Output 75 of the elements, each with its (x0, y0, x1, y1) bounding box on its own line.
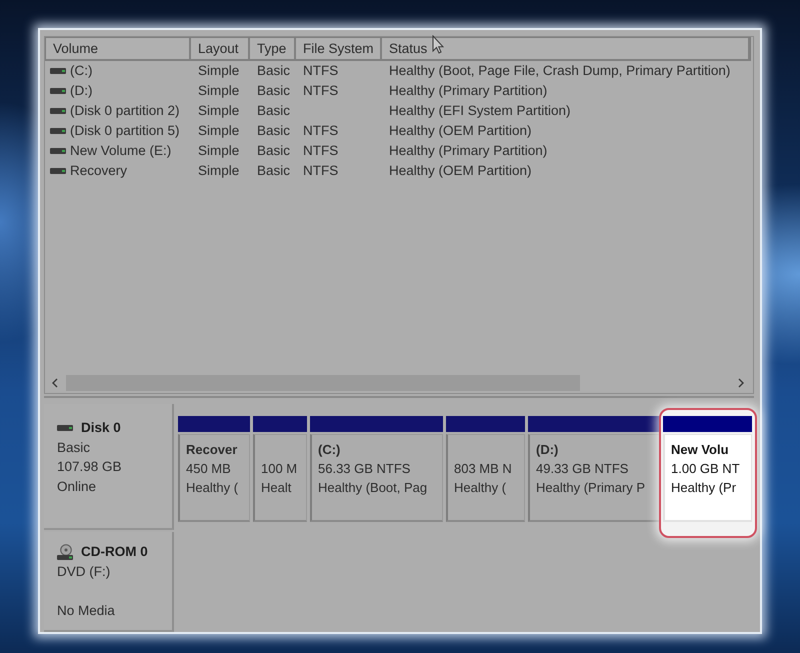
table-cell-text: Simple (197, 122, 240, 140)
table-cell-text: NTFS (302, 122, 340, 140)
disk-type: DVD (F:) (57, 562, 112, 581)
table-cell-text: Basic (256, 142, 292, 160)
drive-icon (50, 68, 66, 74)
drive-icon (57, 424, 73, 431)
table-cell-text: Simple (197, 102, 240, 120)
table-cell-text: NTFS (302, 142, 340, 160)
volume-name: Recovery (70, 162, 128, 180)
table-cell-text: Simple (197, 62, 240, 80)
table-cell-text: Healthy (Primary Partition) (388, 142, 548, 160)
table-cell-text: Healthy (Primary Partition) (388, 82, 548, 100)
column-header[interactable]: Type (250, 38, 296, 59)
partition-size: 100 M (261, 460, 298, 478)
table-cell-text: Simple (197, 142, 240, 160)
partition-size: 49.33 GB NTFS (536, 460, 630, 478)
disk-name: Disk 0 (81, 420, 121, 436)
column-header[interactable]: Volume (46, 38, 191, 59)
disk-size: 107.98 GB (57, 458, 123, 476)
table-cell-text: Healthy (OEM Partition) (388, 122, 533, 140)
partition-status: Healthy (Primary P (536, 479, 646, 497)
partition-status: Healthy (Pr (671, 479, 738, 497)
partition-status: Healthy (Boot, Pag (318, 479, 428, 497)
table-cell-text: NTFS (302, 162, 340, 180)
partition-block[interactable]: New Volu 1.00 GB NT Healthy (Pr (663, 434, 752, 522)
table-cell-text: Healthy (Boot, Page File, Crash Dump, Primary Partition) (388, 62, 732, 80)
table-cell-text: Healthy (EFI System Partition) (388, 102, 572, 120)
disk-name: CD-ROM 0 (81, 544, 148, 560)
drive-icon (50, 88, 66, 94)
cd-drive-icon (57, 544, 73, 560)
partition-size: 450 MB (186, 460, 232, 478)
table-cell-text: Basic (256, 102, 292, 120)
volume-name: (D:) (70, 82, 92, 100)
volume-name: (Disk 0 partition 5) (70, 122, 180, 140)
drive-icon (50, 128, 66, 134)
partition-block[interactable]: 803 MB N Healthy ( (446, 434, 525, 522)
partition-block[interactable]: (D:) 49.33 GB NTFS Healthy (Primary P (528, 434, 660, 522)
volume-name: (Disk 0 partition 2) (70, 102, 180, 120)
disk-status: Online (57, 478, 98, 496)
table-cell-text: Healthy (OEM Partition) (388, 162, 533, 180)
partition-size: 803 MB N (454, 460, 513, 478)
volume-name: New Volume (E:) (70, 142, 172, 160)
drive-icon (50, 168, 66, 174)
chevron-right-icon[interactable] (738, 378, 744, 388)
disk-status: No Media (57, 602, 116, 620)
column-header[interactable]: Layout (191, 38, 250, 59)
disk-type: Basic (57, 438, 92, 456)
partition-block[interactable]: Recover 450 MB Healthy ( (178, 434, 250, 522)
partition-title: (D:) (536, 441, 560, 459)
partition-size: 1.00 GB NT (671, 460, 741, 478)
table-cell-text: Basic (256, 122, 292, 140)
table-cell-text: Basic (256, 82, 292, 100)
table-cell-text: Simple (197, 82, 240, 100)
partition-status: Healthy ( (186, 479, 240, 497)
partition-header-bar (253, 416, 307, 432)
partition-title: Recover (186, 441, 238, 459)
partition-status: Healthy ( (454, 479, 508, 497)
table-cell-text: Simple (197, 162, 240, 180)
partition-block[interactable]: 100 M Healt (253, 434, 307, 522)
volume-name: (C:) (70, 62, 92, 80)
table-cell-text: Basic (256, 62, 292, 80)
table-cell-text: NTFS (302, 82, 340, 100)
partition-status: Healt (261, 479, 292, 497)
partition-size: 56.33 GB NTFS (318, 460, 412, 478)
drive-icon (50, 108, 66, 114)
partition-block[interactable]: (C:) 56.33 GB NTFS Healthy (Boot, Pag (310, 434, 443, 522)
chevron-left-icon[interactable] (52, 378, 58, 388)
drive-icon (50, 148, 66, 154)
partition-title: New Volu (671, 441, 730, 459)
table-cell-text: NTFS (302, 62, 340, 80)
partition-header-bar (178, 416, 250, 432)
table-cell-text: Basic (256, 162, 292, 180)
column-header[interactable]: File System (296, 38, 382, 59)
partition-title: (C:) (318, 441, 342, 459)
mouse-pointer-icon (432, 35, 444, 54)
